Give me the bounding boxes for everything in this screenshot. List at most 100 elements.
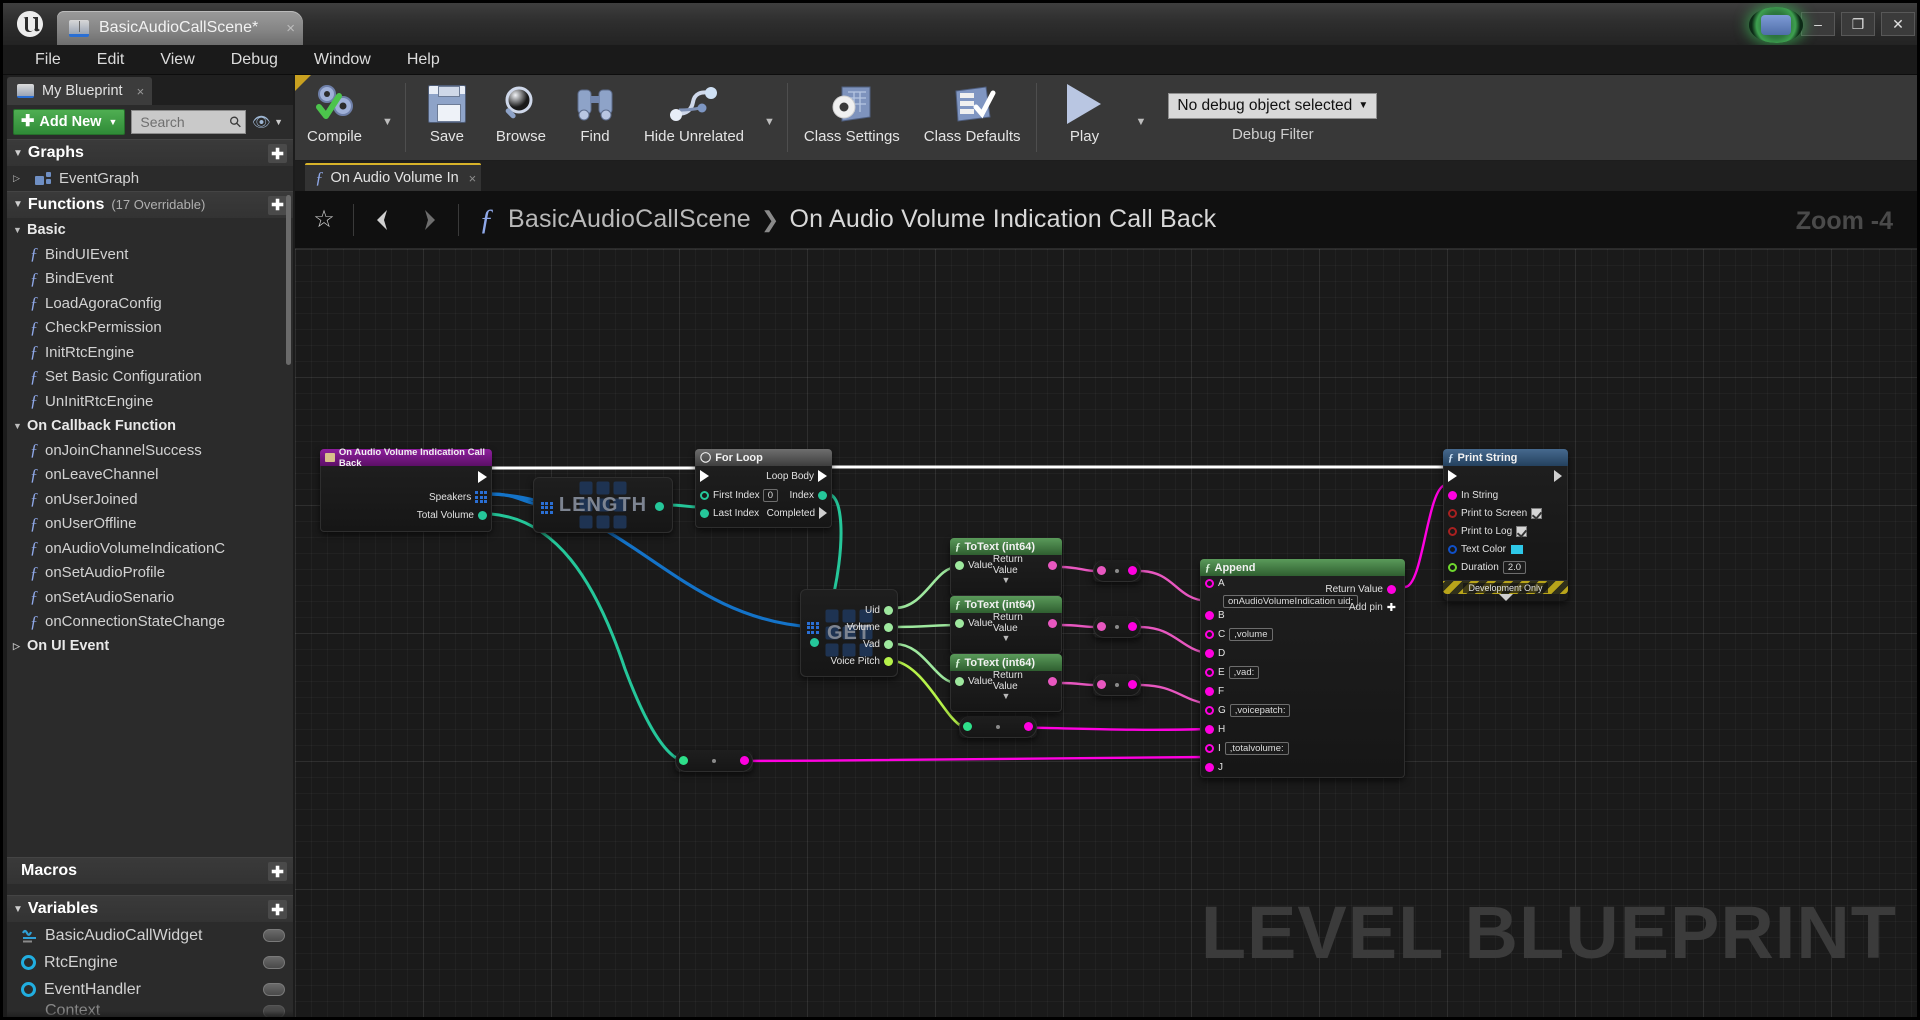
append-pin-g[interactable]: G ,voicepatch: (1201, 701, 1404, 720)
play-dropdown-icon[interactable]: ▼ (1127, 116, 1154, 128)
pin-text-color[interactable]: Text Color (1444, 540, 1567, 558)
variable-basicAudioCallWidget[interactable]: BasicAudioCallWidget (7, 922, 293, 949)
tree-item-onSetAudioSenario[interactable]: ƒ onSetAudioSenario (7, 585, 293, 610)
tree-item-setBasicConfiguration[interactable]: ƒ Set Basic Configuration (7, 365, 293, 390)
reroute-node-4[interactable] (959, 716, 1037, 738)
value-field[interactable]: ,vad: (1228, 666, 1260, 679)
hide-unrelated-button[interactable]: Hide Unrelated (632, 75, 756, 160)
tree-item-bindEvent[interactable]: ƒ BindEvent (7, 267, 293, 292)
tree-category-basic[interactable]: ▼ Basic (7, 218, 293, 243)
node-totext-1[interactable]: ƒ ToText (int64) Value Return Value ▼ (950, 538, 1062, 596)
class-defaults-button[interactable]: Class Defaults (912, 75, 1033, 160)
value-field[interactable]: ,volume (1229, 628, 1273, 641)
pin-in-string[interactable]: In String (1444, 486, 1567, 504)
tree-item-onAudioVolumeIndication[interactable]: ƒ onAudioVolumeIndicationC (7, 536, 293, 561)
tree-item-checkPermission[interactable]: ƒ CheckPermission (7, 316, 293, 341)
int-pin-icon[interactable] (655, 502, 664, 511)
maximize-button[interactable]: ❐ (1841, 12, 1875, 36)
pin-print-to-screen[interactable]: Print to Screen (1444, 504, 1567, 522)
pin-exec-in[interactable]: Loop Body (696, 466, 831, 486)
tree-item-onJoinChannelSuccess[interactable]: ƒ onJoinChannelSuccess (7, 438, 293, 463)
browse-button[interactable]: Browse (484, 75, 558, 160)
node-for-loop[interactable]: ◯ For Loop Loop Body First Index 0 Index (695, 449, 832, 528)
pin-exec-out[interactable] (321, 466, 491, 488)
add-function-button[interactable]: ✚ (268, 195, 287, 215)
compile-dropdown-icon[interactable]: ▼ (374, 116, 401, 128)
node-print-string[interactable]: ƒ Print String In String Print to Screen (1443, 449, 1568, 601)
menu-view[interactable]: View (142, 51, 212, 69)
section-macros[interactable]: Macros ✚ (7, 857, 293, 884)
menu-window[interactable]: Window (296, 51, 389, 69)
menu-edit[interactable]: Edit (79, 51, 143, 69)
variable-visibility-toggle[interactable] (263, 956, 285, 969)
text-color-swatch[interactable] (1510, 543, 1525, 555)
append-pin-c[interactable]: C ,volume (1201, 625, 1404, 644)
section-functions[interactable]: ▼ Functions (17 Overridable) ✚ (7, 190, 293, 218)
tab-close-icon[interactable]: × (286, 20, 295, 37)
append-pin-d[interactable]: D (1201, 644, 1404, 663)
variable-rtcEngine[interactable]: RtcEngine (7, 949, 293, 976)
node-length[interactable]: LENGTH (533, 477, 673, 533)
reroute-node-3[interactable] (1093, 674, 1141, 696)
pin-last-index[interactable]: Last Index Completed (696, 504, 831, 522)
close-button[interactable]: ✕ (1881, 12, 1915, 36)
pin-uid[interactable]: Uid (801, 602, 897, 619)
append-pin-e[interactable]: E ,vad: (1201, 663, 1404, 682)
variable-visibility-toggle[interactable] (263, 929, 285, 942)
tree-item-eventgraph[interactable]: ▷ EventGraph (7, 166, 293, 191)
back-button[interactable] (362, 200, 404, 240)
pin-exec[interactable] (1444, 466, 1567, 486)
section-variables[interactable]: ▼ Variables ✚ (7, 895, 293, 922)
tree-item-onSetAudioProfile[interactable]: ƒ onSetAudioProfile (7, 561, 293, 586)
add-variable-button[interactable]: ✚ (268, 900, 287, 919)
append-pin-f[interactable]: F (1201, 682, 1404, 701)
tree-item-onLeaveChannel[interactable]: ƒ onLeaveChannel (7, 463, 293, 488)
debug-object-select[interactable]: No debug object selected ▼ (1168, 92, 1378, 119)
pin-voice-pitch[interactable]: Voice Pitch (801, 653, 897, 670)
pin-value[interactable]: Value Return Value (951, 554, 1061, 576)
search-input[interactable]: Search ⚲ (131, 110, 247, 134)
pin-vad[interactable]: Vad (801, 636, 897, 653)
tree-item-unInitRtcEngine[interactable]: ƒ UnInitRtcEngine (7, 389, 293, 414)
hide-unrelated-dropdown-icon[interactable]: ▼ (756, 116, 783, 128)
visibility-filter-button[interactable]: 👁 ▼ (252, 113, 287, 131)
save-button[interactable]: Save (410, 75, 484, 160)
pin-speakers[interactable]: Speakers (321, 488, 491, 506)
node-get-array-element[interactable]: GET Uid Volume Vad Voice Pitch (800, 589, 898, 677)
close-icon[interactable]: × (469, 171, 477, 186)
value-field[interactable]: ,totalvolume: (1224, 742, 1289, 755)
tree-item-onUserOffline[interactable]: ƒ onUserOffline (7, 512, 293, 537)
array-pin-icon[interactable] (541, 502, 553, 514)
tab-on-audio-volume-indication[interactable]: ƒ On Audio Volume In × (305, 163, 481, 191)
variable-eventHandler[interactable]: EventHandler (7, 976, 293, 1003)
add-graph-button[interactable]: ✚ (268, 144, 287, 163)
tree-scrollbar[interactable] (286, 195, 291, 365)
add-new-button[interactable]: ✚ Add New ▼ (13, 109, 126, 135)
favorite-star-icon[interactable]: ☆ (303, 200, 345, 240)
graph-canvas[interactable]: LEVEL BLUEPRINT On Audio Volume Indicati… (295, 249, 1917, 1017)
pin-volume[interactable]: Volume (801, 619, 897, 636)
forward-button[interactable] (408, 200, 450, 240)
pin-duration[interactable]: Duration 2.0 (1444, 558, 1567, 576)
node-totext-3[interactable]: ƒ ToText (int64) Value Return Value ▼ (950, 654, 1062, 712)
tree-item-onUserJoined[interactable]: ƒ onUserJoined (7, 487, 293, 512)
play-button[interactable]: Play (1041, 75, 1127, 160)
pin-value[interactable]: Value Return Value (951, 612, 1061, 634)
pin-first-index[interactable]: First Index 0 Index (696, 486, 831, 504)
reroute-node-2[interactable] (1093, 616, 1141, 638)
variable-visibility-toggle[interactable] (263, 983, 285, 996)
breadcrumb-root[interactable]: BasicAudioCallScene (508, 205, 751, 233)
class-settings-button[interactable]: Class Settings (792, 75, 912, 160)
menu-file[interactable]: File (17, 51, 79, 69)
reroute-node-5[interactable] (675, 750, 753, 772)
add-macro-button[interactable]: ✚ (268, 862, 287, 881)
append-pin-j[interactable]: J (1201, 758, 1404, 777)
add-pin-button[interactable]: Add pin ✚ (1325, 598, 1400, 616)
expand-caret-icon[interactable]: ▼ (951, 691, 1061, 701)
expand-triangle-icon[interactable]: ▷ (13, 641, 23, 652)
tree-category-on-ui-event[interactable]: ▷ On UI Event (7, 634, 293, 659)
tree-item-bindUIEvent[interactable]: ƒ BindUIEvent (7, 242, 293, 267)
node-totext-2[interactable]: ƒ ToText (int64) Value Return Value ▼ (950, 596, 1062, 654)
section-graphs[interactable]: ▼ Graphs ✚ (7, 139, 293, 166)
pin-value[interactable]: Value Return Value (951, 670, 1061, 692)
